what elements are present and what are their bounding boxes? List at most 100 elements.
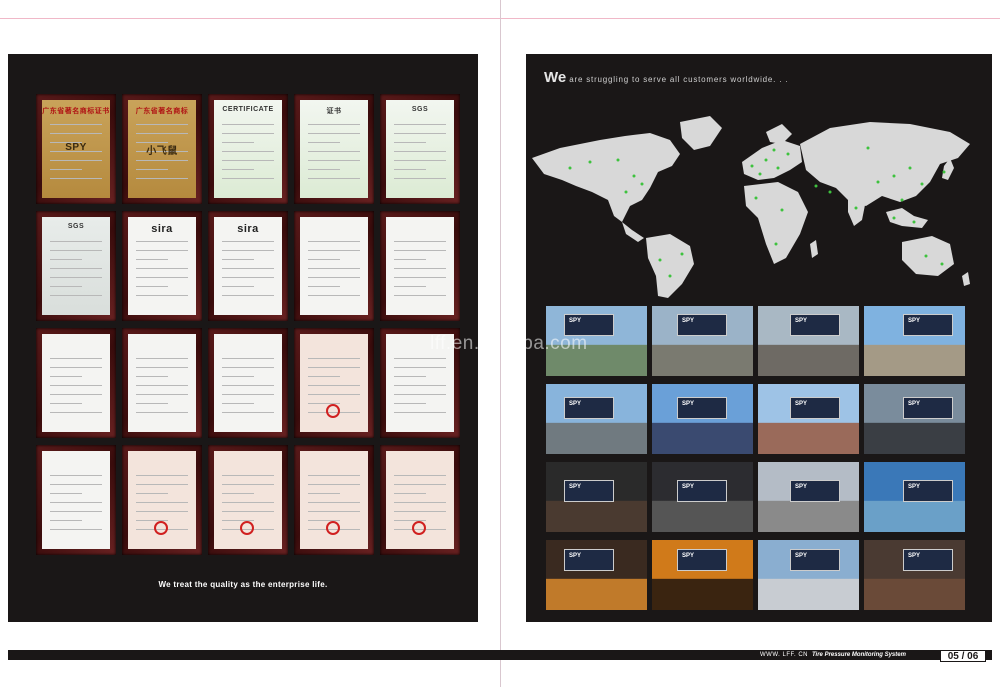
certificate-text-line	[308, 511, 360, 512]
certificate-text-line	[394, 178, 446, 179]
billboard-brand: SPY	[682, 484, 695, 490]
certificate-text-line	[222, 376, 254, 377]
certificate-text-line	[222, 511, 274, 512]
certificate-text-line	[308, 493, 340, 494]
certificate-text-line	[222, 241, 274, 242]
certificate-text-line	[394, 169, 426, 170]
certificate-text-line	[136, 295, 188, 296]
billboard-photo: SPY	[758, 540, 859, 610]
certificate-title: CERTIFICATE	[222, 106, 274, 113]
certificate-text-line	[394, 259, 426, 260]
certificate-document	[300, 451, 368, 549]
certificate-text-line	[136, 160, 188, 161]
spy-billboard: SPY	[790, 314, 840, 336]
certificate-text-line	[136, 403, 168, 404]
billboard-brand: SPY	[569, 401, 582, 407]
billboard-brand: SPY	[908, 401, 921, 407]
certificate-document	[214, 334, 282, 432]
certificate-text-line	[394, 385, 446, 386]
certificate-text-line	[50, 277, 102, 278]
certificate-text-line	[222, 493, 254, 494]
certificate-text-line	[394, 367, 446, 368]
certificate-text-line	[136, 493, 168, 494]
certificate-text-line	[136, 178, 188, 179]
billboard-photo: SPY	[864, 306, 965, 376]
billboard-brand: SPY	[795, 484, 808, 490]
certificate-text-line	[50, 259, 82, 260]
billboard-brand: SPY	[569, 553, 582, 559]
certificate-text-line	[136, 241, 188, 242]
certificate-text-line	[308, 259, 340, 260]
certificate-title: 广东省著名商标	[135, 108, 189, 115]
certificate-text-line	[136, 169, 168, 170]
certificate-frame	[380, 211, 460, 321]
certificate-text-line	[136, 412, 188, 413]
red-seal-icon	[154, 521, 168, 535]
certificate-document	[386, 451, 454, 549]
page-numbers: 05 / 06	[940, 650, 986, 662]
certificate-text-line	[308, 484, 360, 485]
billboard-photo: SPY	[652, 384, 753, 454]
billboard-photo-grid: SPY SPY SPY SPY SPY SPY SPY SPY SPY SPY SPY SPY SPY S…	[546, 306, 966, 618]
certificate-text-line	[136, 385, 188, 386]
certificate-document	[300, 217, 368, 315]
certificate-title: 证书	[326, 108, 342, 115]
billboard-brand: SPY	[795, 553, 808, 559]
billboard-brand: SPY	[908, 484, 921, 490]
certificate-text-line	[394, 484, 446, 485]
red-seal-icon	[326, 404, 340, 418]
certificate-text-line	[50, 178, 102, 179]
certificate-document: 广东省著名商标 小飞鼠	[128, 100, 196, 198]
spy-billboard: SPY	[564, 397, 614, 419]
certificate-text-line	[394, 511, 446, 512]
certificate-text-line	[50, 169, 82, 170]
certificate-text-line	[394, 124, 446, 125]
certificates-panel: 广东省著名商标证书 SPY 广东省著名商标 小飞鼠 CERTIFICATE 证书 SGS SG…	[8, 54, 478, 622]
certificate-text-line	[394, 475, 446, 476]
certificate-text-line	[394, 358, 446, 359]
certificate-text-line	[222, 142, 254, 143]
certificate-text-line	[50, 376, 82, 377]
certificate-text-line	[308, 502, 360, 503]
billboard-photo: SPY	[652, 462, 753, 532]
certificate-text-line	[222, 268, 274, 269]
certificate-text-line	[50, 520, 82, 521]
red-seal-icon	[240, 521, 254, 535]
certificate-text-line	[222, 295, 274, 296]
billboard-photo: SPY	[864, 462, 965, 532]
certificate-text-line	[308, 394, 360, 395]
certificate-document	[386, 217, 454, 315]
certificate-text-line	[394, 268, 446, 269]
certificate-text-line	[50, 484, 102, 485]
certificate-frame	[122, 328, 202, 438]
certificate-frame: 广东省著名商标 小飞鼠	[122, 94, 202, 204]
billboard-brand: SPY	[795, 318, 808, 324]
billboard-brand: SPY	[569, 484, 582, 490]
certificate-text-line	[222, 385, 274, 386]
billboard-photo: SPY	[864, 540, 965, 610]
billboard-brand: SPY	[682, 553, 695, 559]
billboard-brand: SPY	[569, 318, 582, 324]
billboard-photo: SPY	[652, 540, 753, 610]
certificate-frame: sira	[208, 211, 288, 321]
certificate-text-line	[308, 124, 360, 125]
certificate-document	[300, 334, 368, 432]
certificate-text-line	[50, 502, 102, 503]
certificate-frame	[294, 445, 374, 555]
certificate-text-line	[222, 286, 254, 287]
spy-billboard: SPY	[564, 549, 614, 571]
certificate-text-line	[136, 376, 168, 377]
certificate-frame: sira	[122, 211, 202, 321]
certificate-text-line	[136, 358, 188, 359]
headline-we: We	[544, 69, 567, 86]
certificate-text-line	[136, 475, 188, 476]
photo-row: SPY SPY SPY SPY	[546, 384, 966, 454]
worldwide-headline: We are struggling to serve all customers…	[544, 69, 788, 86]
certificate-text-line	[394, 133, 446, 134]
certificate-document	[42, 451, 110, 549]
certificate-text-line	[394, 394, 446, 395]
spy-billboard: SPY	[790, 397, 840, 419]
billboard-brand: SPY	[908, 318, 921, 324]
certificate-document: 广东省著名商标证书 SPY	[42, 100, 110, 198]
certificate-document: sira	[128, 217, 196, 315]
